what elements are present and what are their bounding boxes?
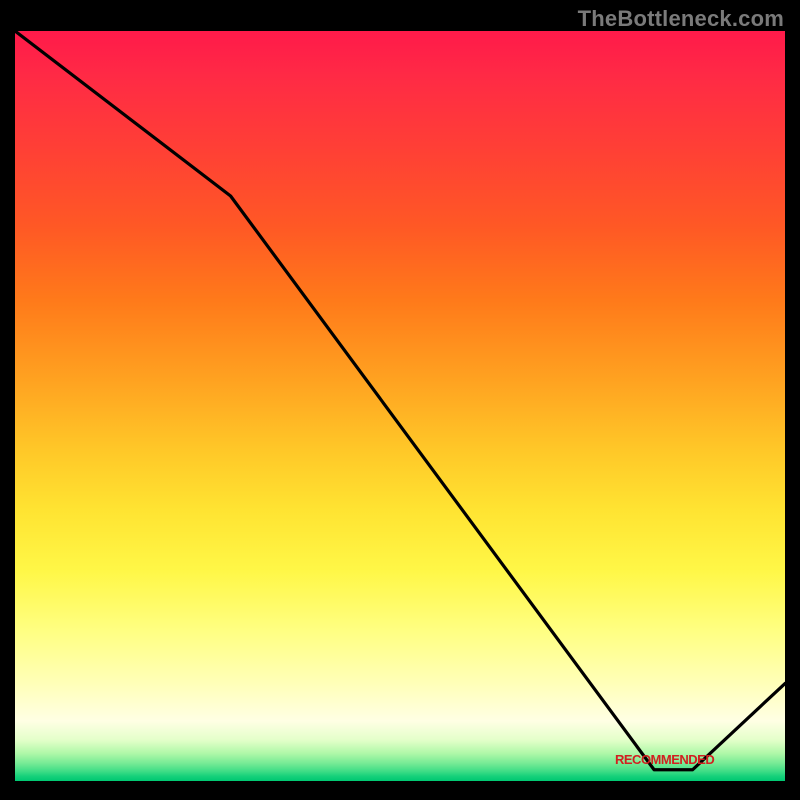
gradient-background xyxy=(15,31,785,781)
watermark-text: TheBottleneck.com xyxy=(0,6,800,32)
plot-area: RECOMMENDED xyxy=(15,31,785,781)
recommended-label: RECOMMENDED xyxy=(615,752,714,767)
chart-frame: TheBottleneck.com RECOMMENDED xyxy=(0,0,800,800)
